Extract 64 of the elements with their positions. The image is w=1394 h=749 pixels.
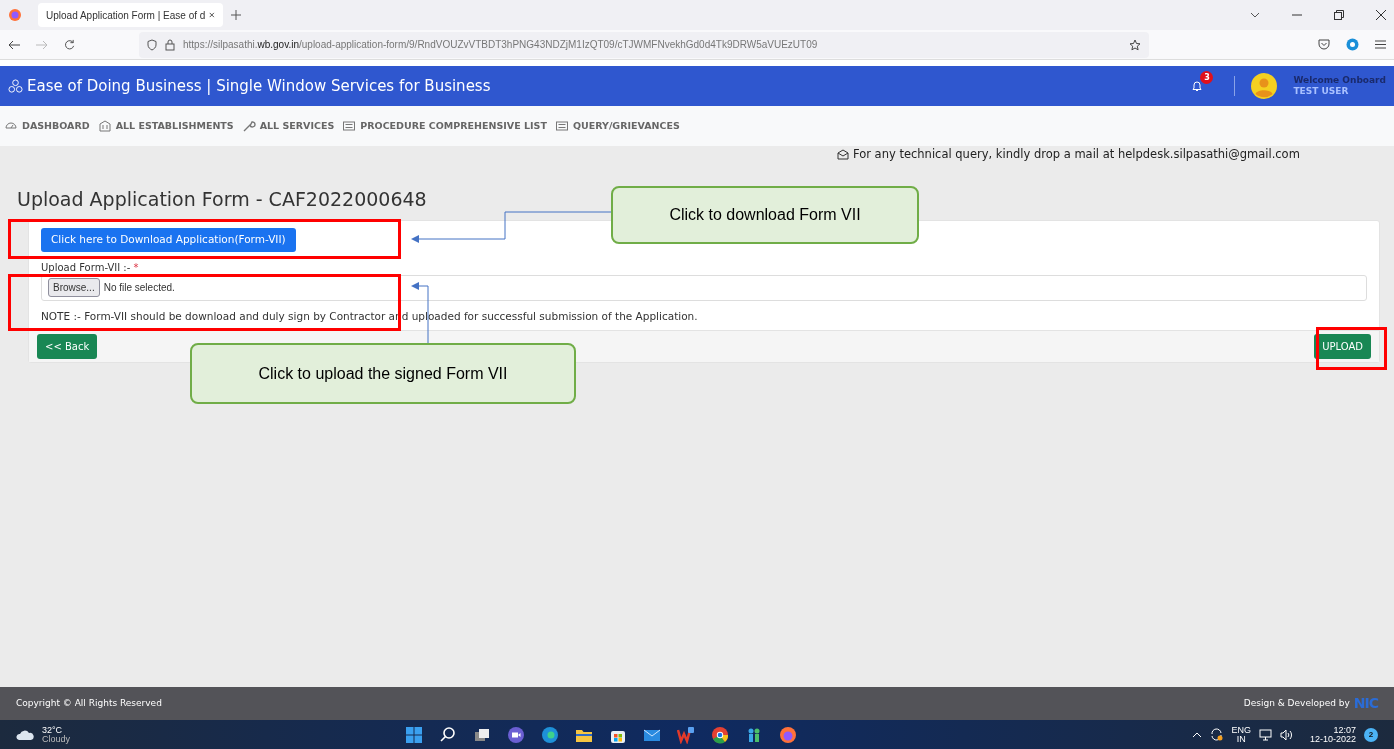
region-indicator[interactable]: IN [1231, 734, 1251, 744]
field-label: Upload Form-VII :- [41, 261, 131, 273]
address-bar[interactable]: https://silpasathi.wb.gov.in/upload-application-form/9/RndVOUZvVTBDT3hPNG43NDZjM1IzQT09/cTJWMFNvekhGd0d4Tk9DRW5aVUEzUT09 [139, 31, 1149, 58]
url-text: https://silpasathi.wb.gov.in/upload-application-form/9/RndVOUZvVTBDT3hPNG43NDZjM1IzQT09/cTJWMFNvekhGd0d4Tk9DRW5aVUEzUT09 [183, 38, 819, 52]
close-icon[interactable] [209, 11, 215, 19]
nav-link[interactable]: ALL ESTABLISHMENTS [115, 118, 234, 134]
nav-link[interactable]: PROCEDURE COMPREHENSIVE LIST [360, 118, 547, 134]
close-icon[interactable] [1376, 10, 1386, 20]
video-chat-icon[interactable] [507, 725, 526, 744]
chevron-down-icon[interactable] [1250, 12, 1260, 18]
nic-logo: NIC [1353, 694, 1378, 713]
weather-condition: Cloudy [42, 734, 70, 744]
notification-count: 3 [1200, 70, 1214, 84]
back-arrow-icon[interactable] [8, 39, 20, 50]
network-icon [8, 78, 23, 94]
envelope-icon [837, 149, 849, 161]
back-button[interactable]: << Back [37, 334, 98, 360]
copyright-text: Copyright © All Rights Reserved [16, 696, 162, 710]
cloud-icon [16, 729, 34, 740]
sync-icon[interactable] [1210, 728, 1224, 741]
chrome-icon[interactable] [711, 725, 730, 744]
notification-count[interactable]: 2 [1364, 727, 1378, 742]
shield-icon [147, 38, 157, 51]
helpdesk-notice: For any technical query, kindly drop a mail at helpdesk.silpasathi@gmail.com [853, 146, 1300, 163]
file-input[interactable]: Browse... No file selected. [41, 274, 1367, 301]
clock-time: 12:07 [1332, 725, 1356, 735]
reload-icon[interactable] [64, 39, 75, 50]
star-icon[interactable] [1129, 38, 1141, 51]
list-icon [342, 119, 357, 133]
menu-icon[interactable] [1375, 40, 1386, 49]
upload-button[interactable]: UPLOAD [1314, 334, 1371, 360]
highlight-frame [1316, 327, 1387, 370]
nav-link[interactable]: DASHBOARD [22, 118, 90, 134]
language-indicator[interactable]: ENG [1231, 725, 1251, 735]
building-icon [97, 119, 112, 133]
temperature: 32°C [42, 725, 64, 735]
callout-note: Click to upload the signed Form VII [190, 343, 576, 404]
nav-link[interactable]: QUERY/GRIEVANCES [572, 118, 680, 134]
windows-start-icon[interactable] [405, 725, 424, 744]
search-icon[interactable] [439, 725, 458, 744]
list-icon [554, 119, 569, 133]
download-button[interactable]: Click here to Download Application(Form-VII) [41, 227, 296, 252]
restore-icon[interactable] [1334, 10, 1344, 20]
firefox-icon[interactable] [779, 725, 798, 744]
site-title: Ease of Doing Business | Single Window Services for Business [27, 75, 491, 97]
lock-icon [165, 38, 175, 51]
nav-link[interactable]: ALL SERVICES [259, 118, 335, 134]
credit-text: Design & Developed by [1243, 696, 1350, 710]
clock-date: 12-10-2022 [1309, 734, 1356, 744]
pocket-icon[interactable] [1318, 39, 1330, 50]
chevron-up-icon[interactable] [1192, 731, 1203, 738]
new-tab-icon[interactable] [231, 10, 241, 20]
bell-icon[interactable] [1192, 79, 1203, 92]
user-name: TEST USER [1293, 86, 1350, 98]
account-icon[interactable] [1346, 38, 1359, 51]
speaker-icon[interactable] [1279, 728, 1294, 741]
browser-tab[interactable]: Upload Application Form | Ease of d [38, 3, 223, 27]
callout-note: Click to download Form VII [611, 186, 919, 244]
page-title: Upload Application Form - CAF2022000648 [16, 187, 427, 213]
user-avatar-icon[interactable] [1251, 73, 1278, 99]
browser-logo-icon [8, 8, 22, 22]
required-mark: * [133, 261, 139, 273]
monitor-icon[interactable] [1258, 728, 1272, 741]
office-app-icon[interactable] [677, 725, 696, 744]
